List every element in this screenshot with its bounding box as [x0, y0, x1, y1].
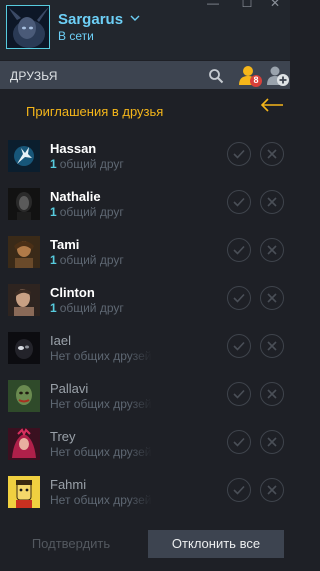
decline-button[interactable]: [260, 334, 284, 358]
accept-button[interactable]: [227, 382, 251, 406]
mutual-friends: 1 общий друг: [50, 205, 152, 221]
maximize-button[interactable]: ☐: [238, 0, 256, 10]
mutual-friends: 1 общий друг: [50, 301, 152, 317]
friends-bar: ДРУЗЬЯ 8: [0, 61, 290, 89]
friend-name[interactable]: Nathalie: [50, 189, 101, 204]
chevron-down-icon[interactable]: [130, 13, 140, 25]
username[interactable]: Sargarus: [58, 11, 123, 28]
friend-request-row[interactable]: Trey Нет общих друзей: [0, 428, 290, 476]
accept-button[interactable]: [227, 334, 251, 358]
mutual-friends: Нет общих друзей: [50, 397, 152, 413]
back-arrow-icon[interactable]: [259, 95, 285, 115]
user-avatar[interactable]: [6, 5, 50, 49]
friend-request-row[interactable]: Fahmi Нет общих друзей: [0, 476, 290, 524]
decline-all-button[interactable]: Отклонить все: [148, 530, 284, 558]
avatar[interactable]: [8, 140, 40, 172]
decline-button[interactable]: [260, 286, 284, 310]
accept-button[interactable]: [227, 190, 251, 214]
accept-button[interactable]: [227, 238, 251, 262]
profile-header: Sargarus В сети — ☐ ✕: [0, 0, 290, 60]
friend-request-row[interactable]: Pallavi Нет общих друзей: [0, 380, 290, 428]
decline-button[interactable]: [260, 142, 284, 166]
decline-button[interactable]: [260, 238, 284, 262]
avatar[interactable]: [8, 188, 40, 220]
mutual-friends: Нет общих друзей: [50, 349, 152, 365]
decline-button[interactable]: [260, 478, 284, 502]
accept-button[interactable]: [227, 142, 251, 166]
decline-button[interactable]: [260, 190, 284, 214]
avatar[interactable]: [8, 428, 40, 460]
avatar[interactable]: [8, 236, 40, 268]
mutual-text: Нет общих друзей: [50, 349, 152, 363]
mutual-friends: 1 общий друг: [50, 157, 152, 173]
friend-name[interactable]: Fahmi: [50, 477, 86, 492]
minimize-button[interactable]: —: [204, 0, 222, 10]
mutual-friends: 1 общий друг: [50, 253, 152, 269]
avatar[interactable]: [8, 380, 40, 412]
mutual-text: общий друг: [59, 205, 124, 219]
search-icon[interactable]: [208, 68, 224, 84]
friend-request-row[interactable]: Tami 1 общий друг: [0, 236, 290, 284]
friend-name[interactable]: Pallavi: [50, 381, 88, 396]
avatar[interactable]: [8, 284, 40, 316]
decline-button[interactable]: [260, 430, 284, 454]
mutual-friends: Нет общих друзей: [50, 445, 152, 461]
confirm-button[interactable]: Подтвердить: [16, 530, 126, 558]
mutual-text: Нет общих друзей: [50, 493, 152, 507]
mutual-text: общий друг: [59, 301, 124, 315]
friends-title: ДРУЗЬЯ: [10, 69, 58, 83]
accept-button[interactable]: [227, 478, 251, 502]
accept-button[interactable]: [227, 430, 251, 454]
avatar[interactable]: [8, 332, 40, 364]
mutual-text: Нет общих друзей: [50, 397, 152, 411]
friend-name[interactable]: Clinton: [50, 285, 95, 300]
mutual-friends: Нет общих друзей: [50, 493, 152, 509]
friend-request-row[interactable]: Nathalie 1 общий друг: [0, 188, 290, 236]
user-status: В сети: [58, 29, 94, 43]
friend-name[interactable]: Tami: [50, 237, 79, 252]
mutual-text: Нет общих друзей: [50, 445, 152, 459]
invites-badge: 8: [253, 75, 259, 85]
avatar[interactable]: [8, 476, 40, 508]
invites-icon[interactable]: 8: [237, 63, 265, 89]
close-button[interactable]: ✕: [266, 0, 284, 10]
friend-request-row[interactable]: Hassan 1 общий друг: [0, 140, 290, 188]
add-friend-icon[interactable]: [266, 64, 290, 88]
mutual-count: 1: [50, 253, 57, 267]
section-title: Приглашения в друзья: [26, 104, 164, 119]
friend-name[interactable]: Hassan: [50, 141, 96, 156]
friend-name[interactable]: Iael: [50, 333, 71, 348]
accept-button[interactable]: [227, 286, 251, 310]
mutual-count: 1: [50, 157, 57, 171]
decline-button[interactable]: [260, 382, 284, 406]
friend-request-row[interactable]: Iael Нет общих друзей: [0, 332, 290, 380]
mutual-count: 1: [50, 301, 57, 315]
friend-request-row[interactable]: Clinton 1 общий друг: [0, 284, 290, 332]
mutual-count: 1: [50, 205, 57, 219]
mutual-text: общий друг: [59, 253, 124, 267]
friend-name[interactable]: Trey: [50, 429, 76, 444]
mutual-text: общий друг: [59, 157, 124, 171]
